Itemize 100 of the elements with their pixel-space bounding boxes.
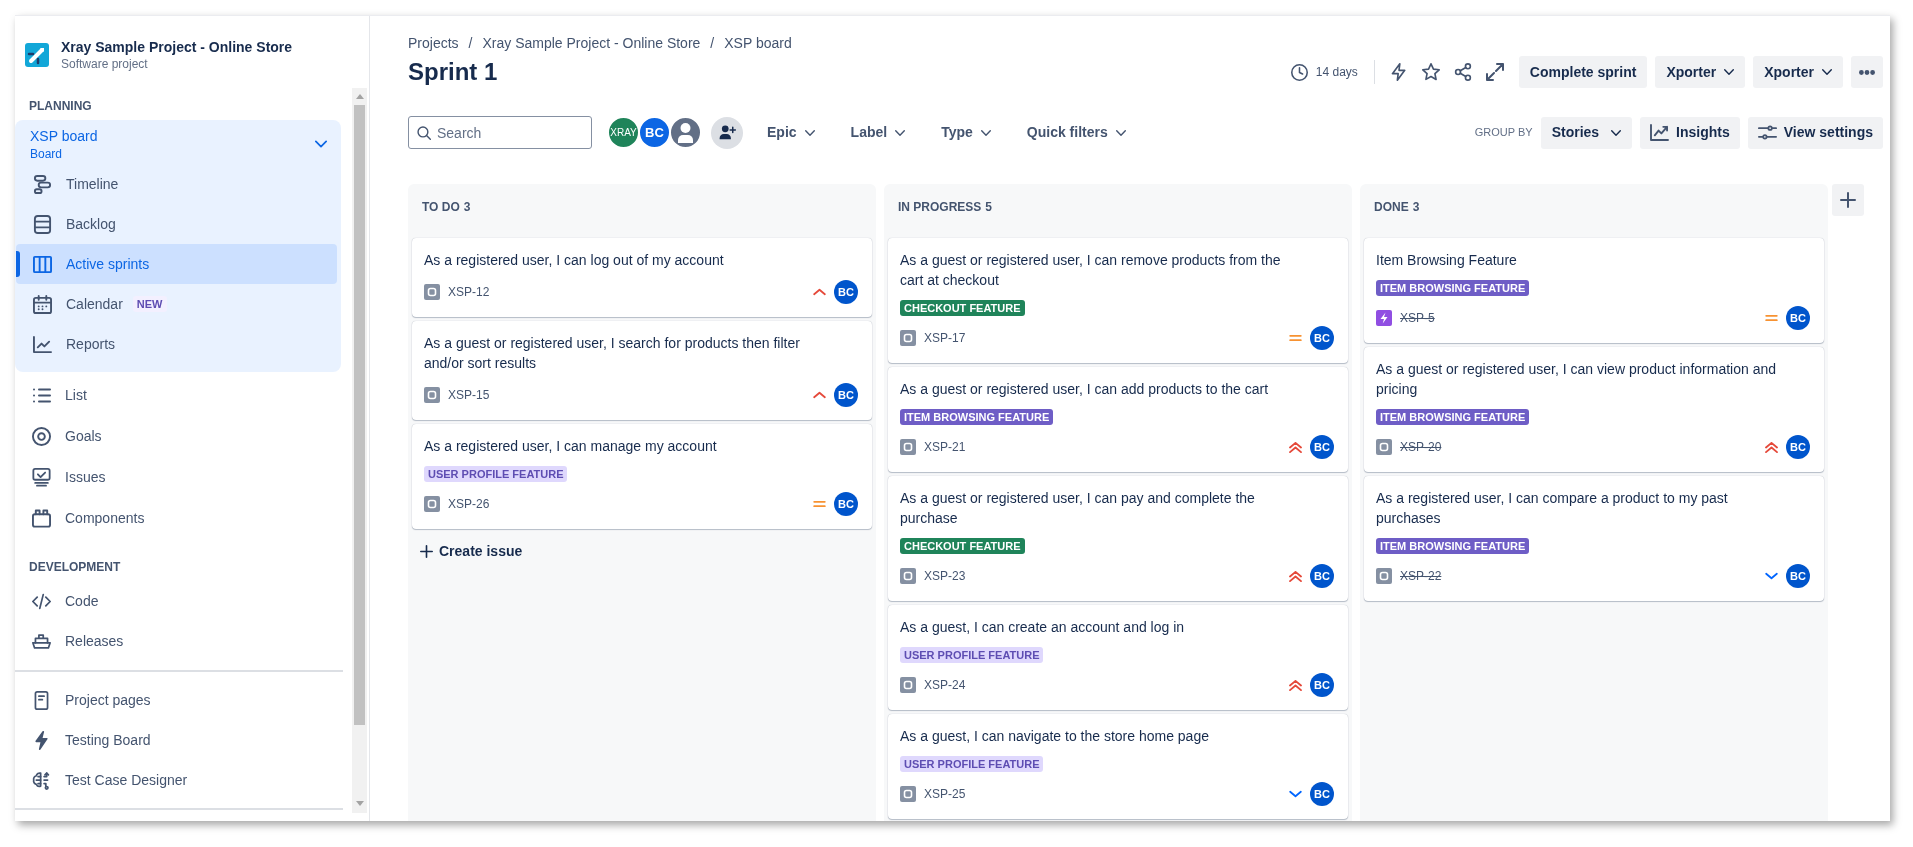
group-by-dropdown[interactable]: Stories bbox=[1540, 116, 1633, 149]
issue-key[interactable]: XSP-21 bbox=[924, 438, 966, 456]
issue-key[interactable]: XSP-26 bbox=[448, 495, 490, 513]
sidebar-item[interactable]: Active sprints bbox=[16, 244, 337, 284]
issue-summary: As a guest or registered user, I can remove products from the cart at checkout bbox=[900, 251, 1282, 290]
breadcrumb-link[interactable]: Projects bbox=[408, 33, 459, 53]
search-field[interactable]: Search bbox=[408, 116, 592, 149]
filter-dropdown[interactable]: Quick filters bbox=[1018, 116, 1134, 149]
issue-summary: As a registered user, I can manage my account bbox=[424, 437, 718, 456]
code-icon bbox=[32, 591, 51, 611]
issue-card[interactable]: As a registered user, I can compare a product to my past purchases ITEM BROWSING FEATURE XSP-22 BC bbox=[1364, 476, 1824, 601]
issue-card[interactable]: As a guest or registered user, I can remove products from the cart at checkout CHECKOUT FEATURE XSP-17 BC bbox=[888, 238, 1348, 363]
issue-card[interactable]: As a registered user, I can manage my account USER PROFILE FEATURE XSP-26 BC bbox=[412, 424, 872, 529]
header-button[interactable]: Xporter bbox=[1753, 56, 1843, 88]
document-icon bbox=[32, 690, 51, 710]
sidebar-item[interactable]: Timeline bbox=[16, 164, 337, 204]
toolbar-button[interactable]: Insights bbox=[1640, 116, 1740, 149]
filter-dropdown[interactable]: Label bbox=[842, 116, 914, 149]
issue-card[interactable]: Item Browsing Feature ITEM BROWSING FEATURE XSP-5 BC bbox=[1364, 238, 1824, 343]
assignee-avatar[interactable]: BC bbox=[1310, 673, 1334, 697]
issue-key[interactable]: XSP-25 bbox=[924, 785, 966, 803]
plus-icon bbox=[420, 544, 433, 558]
target-icon bbox=[32, 427, 51, 446]
assignee-avatar[interactable]: BC bbox=[1786, 435, 1810, 459]
line-chart-icon bbox=[33, 334, 52, 354]
chevron-icon bbox=[980, 129, 991, 136]
avatar[interactable]: XRAY bbox=[607, 116, 640, 149]
list-icon bbox=[32, 386, 51, 405]
issue-key[interactable]: XSP-23 bbox=[924, 567, 966, 585]
add-column-button[interactable] bbox=[1832, 184, 1864, 216]
issue-summary: As a guest or registered user, I can pay and complete the purchase bbox=[900, 489, 1256, 528]
issue-key[interactable]: XSP-24 bbox=[924, 676, 966, 694]
sidebar-item[interactable]: Calendar bbox=[16, 284, 131, 324]
breadcrumb-link[interactable]: XSP board bbox=[724, 33, 792, 53]
more-button[interactable] bbox=[1851, 56, 1883, 88]
star-icon bbox=[1421, 63, 1440, 81]
assignee-avatar[interactable]: BC bbox=[1310, 435, 1334, 459]
sidebar-item[interactable]: Goals bbox=[15, 416, 341, 457]
brain-icon bbox=[32, 770, 51, 790]
ship-icon bbox=[32, 631, 51, 651]
issue-key[interactable]: XSP-22 bbox=[1400, 567, 1442, 585]
person-plus-icon bbox=[718, 125, 736, 140]
issue-summary: As a guest or registered user, I can view product information and pricing bbox=[1376, 360, 1777, 399]
sidebar-item[interactable]: Components bbox=[15, 498, 341, 539]
sidebar-item[interactable]: Reports bbox=[16, 324, 337, 364]
sidebar-item[interactable]: List bbox=[15, 375, 341, 416]
assignee-avatar[interactable]: BC bbox=[1786, 564, 1810, 588]
scrollbar-thumb[interactable] bbox=[354, 105, 365, 725]
header-button[interactable]: Complete sprint bbox=[1518, 56, 1648, 88]
toolbar-button[interactable]: View settings bbox=[1747, 116, 1883, 149]
issue-card[interactable]: As a guest, I can create an account and log in USER PROFILE FEATURE XSP-24 BC bbox=[888, 605, 1348, 710]
assignee-avatar[interactable]: BC bbox=[834, 280, 858, 304]
person-avatar-icon[interactable] bbox=[669, 116, 702, 149]
issue-key[interactable]: XSP-17 bbox=[924, 329, 966, 347]
breadcrumb-link[interactable]: Xray Sample Project - Online Store bbox=[482, 33, 701, 53]
issue-card[interactable]: As a guest or registered user, I can view product information and pricing ITEM BROWSING FEATURE XSP-20 BC bbox=[1364, 347, 1824, 472]
assignee-avatar[interactable]: BC bbox=[1786, 306, 1810, 330]
more-icon bbox=[1859, 69, 1875, 75]
assignee-avatar[interactable]: BC bbox=[834, 492, 858, 516]
issue-key[interactable]: XSP-15 bbox=[448, 386, 490, 404]
project-name: Xray Sample Project - Online Store bbox=[61, 38, 293, 56]
header-button[interactable]: Xporter bbox=[1655, 56, 1746, 88]
breadcrumb-separator: / bbox=[468, 34, 473, 53]
issue-key[interactable]: XSP-5 bbox=[1400, 309, 1435, 327]
assignee-avatar[interactable]: BC bbox=[1310, 326, 1334, 350]
issue-key[interactable]: XSP-20 bbox=[1400, 438, 1442, 456]
sidebar-item[interactable]: Releases bbox=[15, 621, 341, 661]
assignee-avatar[interactable]: BC bbox=[1310, 782, 1334, 806]
sidebar-item[interactable]: Issues bbox=[15, 457, 341, 498]
new-badge: NEW bbox=[132, 296, 167, 312]
plus-icon bbox=[1840, 192, 1856, 208]
sidebar-item[interactable]: Code bbox=[15, 581, 341, 621]
assignee-avatar[interactable]: BC bbox=[834, 383, 858, 407]
epic-tag: USER PROFILE FEATURE bbox=[424, 466, 568, 482]
issue-summary: As a registered user, I can log out of my account bbox=[424, 251, 725, 270]
assignee-avatar[interactable]: BC bbox=[1310, 564, 1334, 588]
project-logo-icon bbox=[25, 43, 49, 67]
sidebar-item[interactable]: Project pages bbox=[15, 680, 341, 720]
issue-card[interactable]: As a guest, I can navigate to the store home page USER PROFILE FEATURE XSP-25 BC bbox=[888, 714, 1348, 819]
sidebar-item[interactable]: Test Case Designer bbox=[15, 760, 341, 800]
scrollbar[interactable] bbox=[352, 88, 367, 813]
filter-dropdown[interactable]: Epic bbox=[759, 116, 823, 149]
issue-card[interactable]: As a guest or registered user, I search for products then filter and/or sort results XSP-15 BC bbox=[412, 321, 872, 420]
issue-card[interactable]: As a guest or registered user, I can add products to the cart ITEM BROWSING FEATURE XSP-21 BC bbox=[888, 367, 1348, 472]
column-title: DONE bbox=[1374, 199, 1409, 215]
create-issue-button[interactable]: Create issue bbox=[412, 535, 531, 567]
column-title: TO DO bbox=[422, 199, 460, 215]
filter-dropdown[interactable]: Type bbox=[933, 116, 999, 149]
lightning-icon bbox=[1389, 63, 1408, 81]
issue-card[interactable]: As a guest or registered user, I can pay and complete the purchase CHECKOUT FEATURE XSP-23 BC bbox=[888, 476, 1348, 601]
issue-key[interactable]: XSP-12 bbox=[448, 283, 490, 301]
board-selector[interactable]: XSP board Board bbox=[15, 120, 341, 162]
issue-count: 3 bbox=[1412, 199, 1420, 215]
stacked-pills-icon bbox=[33, 174, 52, 194]
avatar[interactable]: BC bbox=[638, 116, 671, 149]
group-by-label: GROUP BY bbox=[1474, 125, 1533, 141]
issue-card[interactable]: As a registered user, I can log out of my account XSP-12 BC bbox=[412, 238, 872, 317]
sidebar-item[interactable]: Backlog bbox=[16, 204, 337, 244]
sidebar-item[interactable]: Testing Board bbox=[15, 720, 341, 760]
add-people-button[interactable] bbox=[711, 116, 743, 149]
